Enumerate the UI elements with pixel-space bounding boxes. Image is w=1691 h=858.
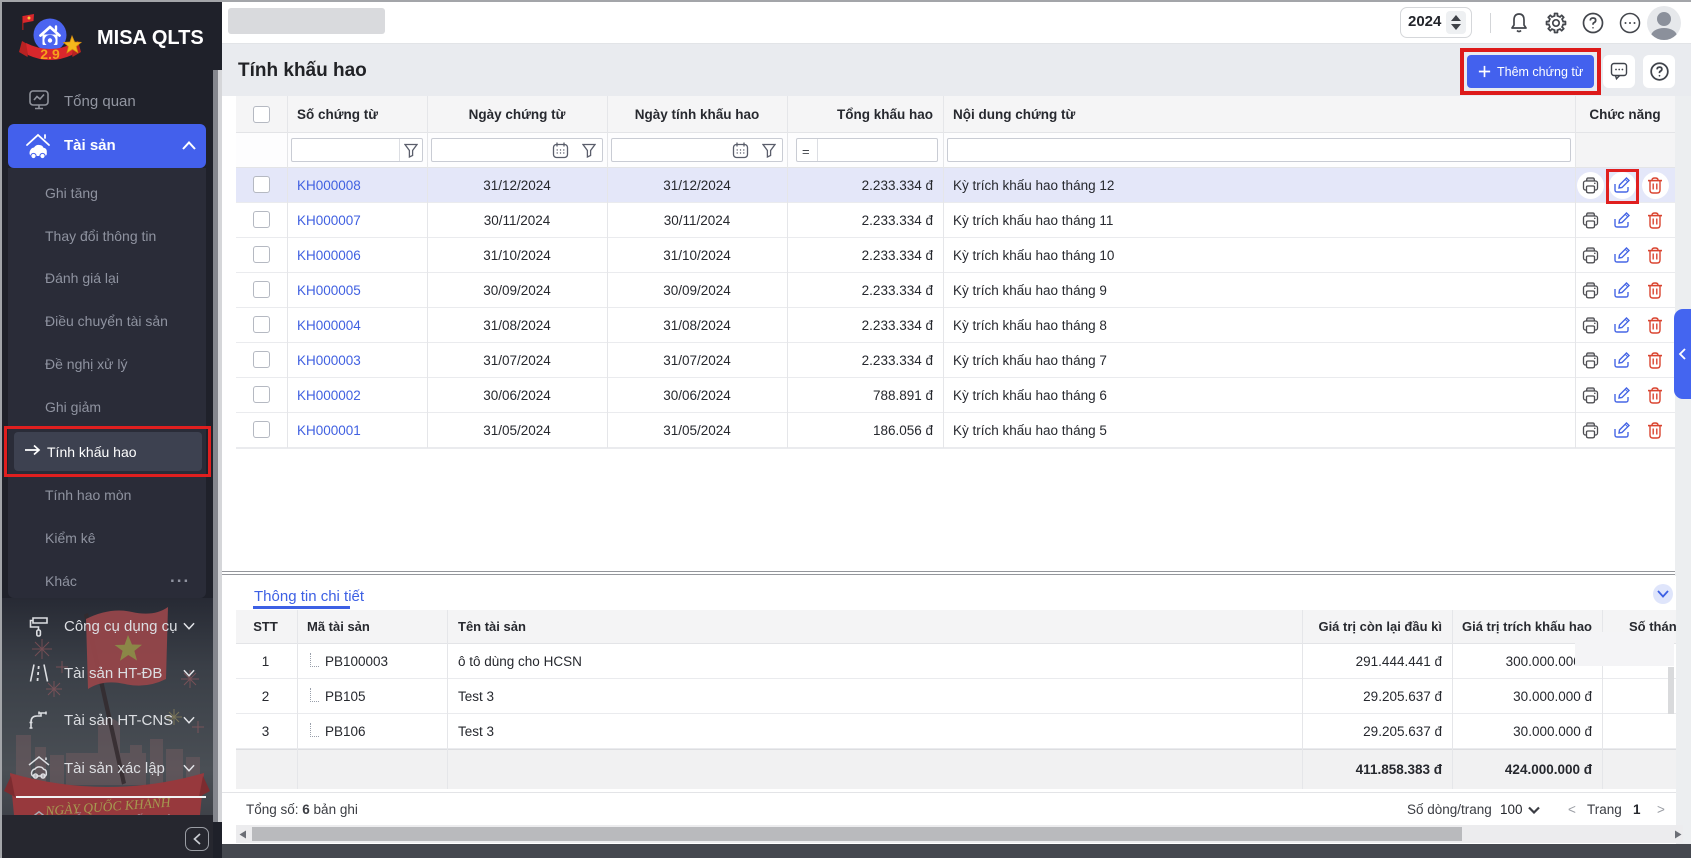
svg-text:2.9: 2.9 [40,46,60,62]
